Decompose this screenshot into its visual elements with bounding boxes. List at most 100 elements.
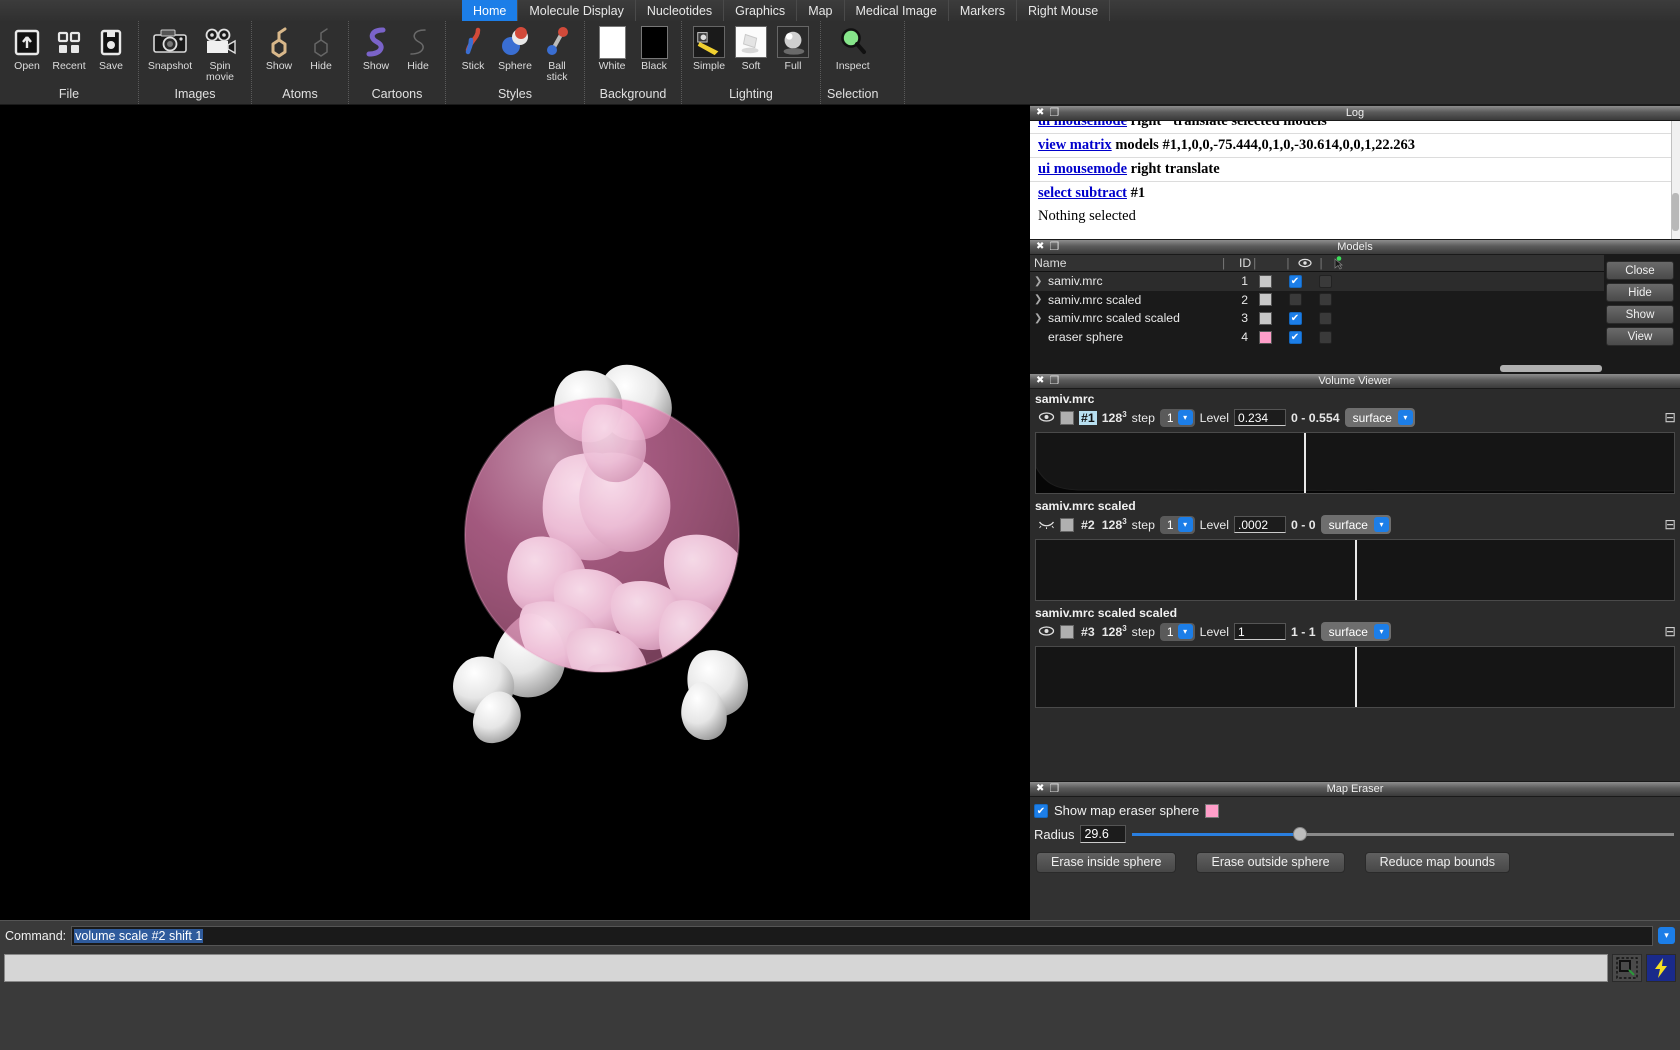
model-shown-cell[interactable] xyxy=(1282,293,1308,307)
radius-input[interactable]: 29.6 xyxy=(1080,825,1127,843)
model-pin-cell[interactable] xyxy=(1312,311,1338,325)
atoms-hide-button[interactable]: Hide xyxy=(302,25,340,72)
table-row[interactable]: ❯ samiv.mrc scaled 2 xyxy=(1030,291,1604,310)
histogram-3[interactable] xyxy=(1035,646,1675,708)
model-color-cell[interactable] xyxy=(1252,311,1278,325)
chevron-down-icon[interactable]: ▾ xyxy=(1177,410,1193,425)
model-pin-cell[interactable] xyxy=(1312,274,1338,288)
models-float-icon[interactable]: ❐ xyxy=(1049,241,1059,253)
lightning-icon[interactable] xyxy=(1646,954,1676,982)
command-input[interactable]: volume scale #2 shift 1 xyxy=(71,925,1653,946)
log-close-icon[interactable]: ✖ xyxy=(1036,108,1044,118)
select-region-icon[interactable] xyxy=(1612,954,1642,982)
eye-open-icon[interactable] xyxy=(1038,625,1055,639)
eye-closed-icon[interactable] xyxy=(1038,518,1055,532)
histogram-1[interactable] xyxy=(1035,432,1675,494)
shown-checkbox[interactable]: ✔ xyxy=(1288,311,1302,325)
inspect-button[interactable]: Inspect xyxy=(834,25,872,72)
log-command-link[interactable]: ui mousemode xyxy=(1038,161,1127,177)
display-style-dropdown[interactable]: surface ▾ xyxy=(1320,515,1391,534)
color-swatch[interactable] xyxy=(1258,293,1272,307)
graphics-viewport[interactable] xyxy=(0,105,1030,920)
radius-slider[interactable] xyxy=(1132,827,1674,841)
collapse-minus-icon[interactable]: ⊟ xyxy=(1664,623,1676,640)
eye-open-icon[interactable] xyxy=(1038,411,1055,425)
collapse-minus-icon[interactable]: ⊟ xyxy=(1664,516,1676,533)
pin-checkbox[interactable] xyxy=(1318,274,1332,288)
model-color-cell[interactable] xyxy=(1252,274,1278,288)
volume-viewer-close-icon[interactable]: ✖ xyxy=(1036,376,1044,386)
erase-outside-sphere-button[interactable]: Erase outside sphere xyxy=(1196,852,1345,873)
model-color-cell[interactable] xyxy=(1252,293,1278,307)
model-color-cell[interactable] xyxy=(1252,330,1278,344)
log-panel-body[interactable]: ui mousemode right "translate selected m… xyxy=(1030,121,1680,239)
level-input[interactable]: .0002 xyxy=(1234,516,1287,533)
step-dropdown[interactable]: 1 ▾ xyxy=(1159,515,1195,534)
stick-style-button[interactable]: Stick xyxy=(454,25,492,72)
model-shown-cell[interactable]: ✔ xyxy=(1282,274,1308,288)
color-swatch[interactable] xyxy=(1258,330,1272,344)
map-eraser-float-icon[interactable]: ❐ xyxy=(1049,783,1059,795)
log-command-link[interactable]: ui mousemode xyxy=(1038,121,1127,129)
spin-movie-button[interactable]: Spin movie xyxy=(197,25,243,83)
histogram-2[interactable] xyxy=(1035,539,1675,601)
models-horizontal-scrollbar[interactable] xyxy=(1500,365,1602,372)
log-scrollbar[interactable] xyxy=(1671,121,1680,239)
log-command-link[interactable]: view matrix xyxy=(1038,137,1112,153)
display-style-dropdown[interactable]: surface ▾ xyxy=(1320,622,1391,641)
erase-inside-sphere-button[interactable]: Erase inside sphere xyxy=(1036,852,1177,873)
chevron-down-icon[interactable]: ▾ xyxy=(1373,517,1389,532)
level-marker[interactable] xyxy=(1355,540,1357,600)
level-input[interactable]: 1 xyxy=(1234,623,1287,640)
snapshot-button[interactable]: Snapshot xyxy=(147,25,193,72)
volume-viewer-float-icon[interactable]: ❐ xyxy=(1049,375,1059,387)
close-button[interactable]: Close xyxy=(1606,261,1674,280)
level-marker[interactable] xyxy=(1355,647,1357,707)
pin-checkbox[interactable] xyxy=(1318,311,1332,325)
tab-molecule-display[interactable]: Molecule Display xyxy=(518,0,636,21)
cartoon-show-button[interactable]: Show xyxy=(357,25,395,72)
models-close-icon[interactable]: ✖ xyxy=(1036,242,1044,252)
lighting-soft-button[interactable]: Soft xyxy=(732,25,770,72)
model-pin-cell[interactable] xyxy=(1312,293,1338,307)
command-history-chevron-down-icon[interactable]: ▾ xyxy=(1658,927,1675,944)
radius-slider-knob[interactable] xyxy=(1293,827,1308,841)
model-pin-cell[interactable] xyxy=(1312,330,1338,344)
map-color-swatch[interactable] xyxy=(1060,624,1074,639)
pin-checkbox[interactable] xyxy=(1318,330,1332,344)
collapse-minus-icon[interactable]: ⊟ xyxy=(1664,409,1676,426)
sphere-color-swatch[interactable] xyxy=(1205,803,1220,818)
tab-markers[interactable]: Markers xyxy=(949,0,1017,21)
step-dropdown[interactable]: 1 ▾ xyxy=(1159,622,1195,641)
save-button[interactable]: Save xyxy=(92,25,130,72)
map-color-swatch[interactable] xyxy=(1060,517,1074,532)
model-shown-cell[interactable]: ✔ xyxy=(1282,311,1308,325)
expand-chevron-icon[interactable]: ❯ xyxy=(1034,313,1048,324)
table-row[interactable]: ❯ samiv.mrc scaled scaled 3 ✔ xyxy=(1030,309,1604,328)
shown-checkbox[interactable]: ✔ xyxy=(1288,330,1302,344)
chevron-down-icon[interactable]: ▾ xyxy=(1373,624,1389,639)
tab-right-mouse[interactable]: Right Mouse xyxy=(1017,0,1111,21)
models-row-name-cell[interactable]: ❯ samiv.mrc scaled xyxy=(1030,293,1220,307)
log-command-link[interactable]: select subtract xyxy=(1038,185,1127,201)
tab-home[interactable]: Home xyxy=(462,0,519,21)
chevron-down-icon[interactable]: ▾ xyxy=(1397,410,1413,425)
atoms-show-button[interactable]: Show xyxy=(260,25,298,72)
pin-checkbox[interactable] xyxy=(1318,293,1332,307)
color-swatch[interactable] xyxy=(1258,311,1272,325)
reduce-map-bounds-button[interactable]: Reduce map bounds xyxy=(1364,852,1510,873)
expand-chevron-icon[interactable]: ❯ xyxy=(1034,294,1048,305)
table-row[interactable]: eraser sphere 4 ✔ xyxy=(1030,328,1604,347)
shown-checkbox[interactable] xyxy=(1288,293,1302,307)
map-eraser-close-icon[interactable]: ✖ xyxy=(1036,784,1044,794)
color-swatch[interactable] xyxy=(1258,274,1272,288)
show-sphere-checkbox[interactable]: ✔ xyxy=(1034,803,1048,818)
shown-checkbox[interactable]: ✔ xyxy=(1288,274,1302,288)
log-scrollbar-thumb[interactable] xyxy=(1672,193,1679,231)
sphere-style-button[interactable]: Sphere xyxy=(496,25,534,72)
log-float-icon[interactable]: ❐ xyxy=(1049,107,1059,119)
tab-map[interactable]: Map xyxy=(797,0,845,21)
tab-medical-image[interactable]: Medical Image xyxy=(845,0,949,21)
expand-chevron-icon[interactable]: ❯ xyxy=(1034,276,1048,287)
tab-graphics[interactable]: Graphics xyxy=(724,0,798,21)
